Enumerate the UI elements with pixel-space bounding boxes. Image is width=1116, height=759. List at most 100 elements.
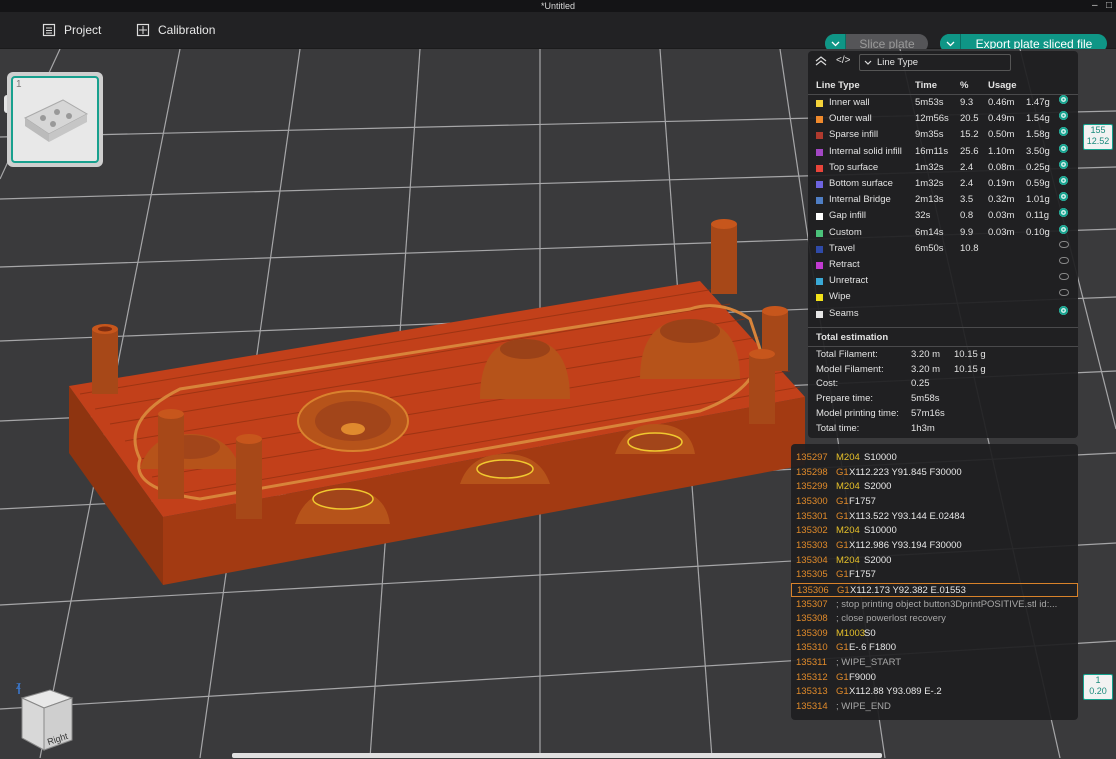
eye-visible-icon[interactable]: [1059, 192, 1068, 202]
gcode-line[interactable]: 135303 G1 X112.986 Y93.194 F30000: [791, 539, 1078, 553]
estimation-value-secondary: 10.15 g: [954, 349, 986, 360]
legend-row[interactable]: Gap infill 32s 0.8 0.03m 0.11g: [808, 208, 1078, 224]
legend-header: </> Line Type: [808, 51, 1078, 73]
col-percent: %: [960, 80, 969, 91]
gcode-line-number: 135304: [796, 554, 828, 566]
gcode-line[interactable]: 135308 ; close powerlost recovery: [791, 612, 1078, 626]
eye-hidden-icon[interactable]: [1059, 273, 1069, 281]
eye-hidden-icon[interactable]: [1059, 257, 1069, 264]
gcode-command: M1003: [836, 627, 866, 639]
legend-row[interactable]: Internal Bridge 2m13s 3.5 0.32m 1.01g: [808, 192, 1078, 208]
gcode-command: M204: [836, 452, 860, 463]
legend-row[interactable]: Unretract: [808, 273, 1078, 289]
legend-row[interactable]: Internal solid infill 16m11s 25.6 1.10m 3.50…: [808, 143, 1078, 160]
gcode-line[interactable]: 135310 G1 E-.6 F1800: [791, 641, 1078, 655]
estimation-value: 3.20 m: [911, 363, 941, 375]
gcode-line[interactable]: 135313 G1 X112.88 Y93.089 E-.2: [791, 685, 1078, 699]
tab-project[interactable]: Project: [42, 12, 101, 48]
eye-visible-icon[interactable]: [1059, 95, 1068, 104]
eye-visible-icon[interactable]: [1059, 305, 1068, 315]
legend-row-name: Gap infill: [829, 210, 866, 222]
col-time: Time: [915, 80, 938, 91]
gcode-line[interactable]: 135305 G1 F1757: [791, 568, 1078, 582]
gcode-line-selected[interactable]: 135306 G1 X112.173 Y92.382 E.01553: [791, 582, 1078, 597]
legend-row[interactable]: Travel 6m50s 10.8: [808, 240, 1078, 257]
gcode-arguments: X112.986 Y93.194 F30000: [849, 539, 962, 551]
gcode-arguments: X113.522 Y93.144 E.02484: [849, 510, 965, 522]
eye-visible-icon[interactable]: [1059, 224, 1068, 234]
gcode-line[interactable]: 135314 ; WIPE_END: [791, 700, 1078, 714]
tab-calibration[interactable]: Calibration: [136, 12, 215, 48]
eye-visible-icon[interactable]: [1059, 208, 1068, 218]
legend-row-weight: 0.11g: [1026, 210, 1050, 222]
color-swatch: [816, 245, 823, 253]
gcode-command: M204: [836, 525, 860, 537]
gcode-arguments: F1757: [849, 569, 876, 581]
gcode-arguments: S2000: [864, 481, 892, 493]
gcode-line[interactable]: 135311 ; WIPE_START: [791, 656, 1078, 670]
layer-slider-bottom-handle[interactable]: 1 0.20: [1083, 674, 1113, 700]
eye-visible-icon[interactable]: [1059, 127, 1068, 137]
legend-row-weight: 3.50g: [1026, 145, 1050, 157]
gcode-line[interactable]: 135298 G1 X112.223 Y91.845 F30000: [791, 466, 1078, 480]
gcode-line[interactable]: 135301 G1 X113.522 Y93.144 E.02484: [791, 510, 1078, 524]
gcode-line[interactable]: 135299 M204 S2000: [791, 480, 1078, 494]
chevron-down-icon: [946, 41, 954, 46]
gcode-comment: ; WIPE_START: [836, 657, 902, 669]
legend-row-length: 0.03m: [988, 226, 1015, 238]
gcode-line[interactable]: 135307 ; stop printing object button3Dpri…: [791, 598, 1078, 612]
legend-row[interactable]: Retract: [808, 257, 1078, 273]
gcode-line[interactable]: 135300 G1 F1757: [791, 495, 1078, 509]
gcode-line[interactable]: 135312 G1 F9000: [791, 671, 1078, 685]
color-swatch: [816, 116, 823, 124]
legend-row[interactable]: Seams: [808, 305, 1078, 322]
eye-visible-icon[interactable]: [1059, 159, 1068, 169]
gcode-arguments: S10000: [864, 452, 897, 463]
eye-visible-icon[interactable]: [1059, 176, 1068, 185]
legend-row-time: 2m13s: [915, 194, 944, 206]
eye-visible-icon[interactable]: [1059, 143, 1068, 153]
maximize-icon[interactable]: □: [1106, 0, 1112, 12]
minimize-icon[interactable]: –: [1092, 0, 1098, 12]
title-bar: *Untitled – □: [0, 0, 1116, 12]
gcode-line[interactable]: 135309 M1003 S0: [791, 627, 1078, 641]
gcode-command: G1: [836, 642, 849, 654]
legend-row-length: 1.10m: [988, 145, 1015, 157]
legend-row-percent: 2.4: [960, 178, 974, 189]
layer-slider-top-handle[interactable]: 155 12.52: [1083, 124, 1113, 150]
gcode-comment: ; close powerlost recovery: [836, 613, 946, 625]
chevron-down-icon: [831, 41, 839, 46]
view-type-select[interactable]: Line Type: [859, 54, 1011, 71]
code-view-icon[interactable]: </>: [836, 55, 850, 66]
legend-row[interactable]: Wipe: [808, 289, 1078, 305]
estimation-value: 3.20 m: [911, 349, 941, 360]
legend-row[interactable]: Inner wall 5m53s 9.3 0.46m 1.47g: [808, 95, 1078, 111]
view-cube[interactable]: Z Right: [16, 682, 78, 759]
collapse-up-icon[interactable]: [815, 56, 827, 66]
legend-row[interactable]: Custom 6m14s 9.9 0.03m 0.10g: [808, 224, 1078, 241]
z-axis-label: Z: [16, 682, 21, 691]
legend-row[interactable]: Top surface 1m32s 2.4 0.08m 0.25g: [808, 159, 1078, 176]
gcode-panel[interactable]: 135297 M204 S10000 135298 G1 X112.223 Y91.845…: [791, 444, 1078, 720]
legend-row[interactable]: Bottom surface 1m32s 2.4 0.19m 0.59g: [808, 176, 1078, 192]
legend-row[interactable]: Outer wall 12m56s 20.5 0.49m 1.54g: [808, 111, 1078, 127]
gcode-line[interactable]: 135304 M204 S2000: [791, 554, 1078, 568]
menu-bar: Project Calibration Slice plate Export p…: [0, 12, 1116, 53]
estimation-label: Total Filament:: [816, 349, 878, 360]
horizontal-scroll-bar[interactable]: [232, 753, 882, 758]
plate-thumbnail[interactable]: 1: [7, 72, 103, 167]
eye-hidden-icon[interactable]: [1059, 240, 1069, 248]
eye-hidden-icon[interactable]: [1059, 289, 1069, 297]
gcode-command: G1: [836, 539, 849, 551]
gcode-arguments: X112.223 Y91.845 F30000: [849, 466, 962, 478]
project-icon: [42, 23, 56, 37]
legend-row-weight: 1.47g: [1026, 97, 1050, 108]
gcode-line[interactable]: 135297 M204 S10000: [791, 451, 1078, 465]
gcode-line[interactable]: 135302 M204 S10000: [791, 524, 1078, 538]
estimation-label: Model Filament:: [816, 363, 884, 375]
legend-row[interactable]: Sparse infill 9m35s 15.2 0.50m 1.58g: [808, 127, 1078, 143]
estimation-value: 1h3m: [911, 422, 935, 434]
gcode-command: G1: [836, 495, 849, 507]
legend-row-time: 12m56s: [915, 113, 949, 125]
eye-visible-icon[interactable]: [1059, 111, 1068, 121]
